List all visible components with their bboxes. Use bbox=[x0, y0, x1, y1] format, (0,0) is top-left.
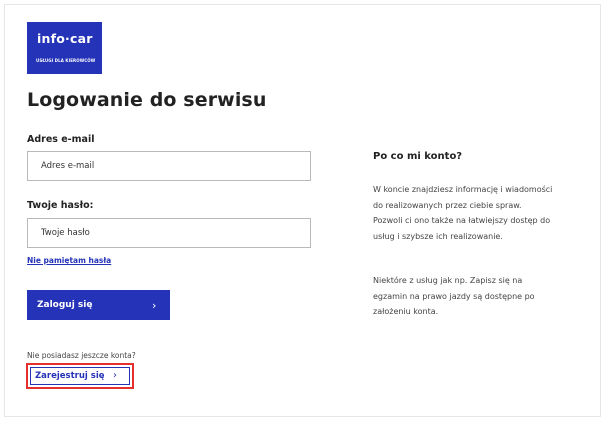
register-button[interactable]: Zarejestruj się › bbox=[30, 367, 130, 385]
info-car-logo[interactable]: info·car USŁUGI DLA KIEROWCÓW bbox=[27, 22, 102, 74]
chevron-right-icon: › bbox=[113, 370, 117, 381]
login-button-label: Zaloguj się bbox=[37, 300, 93, 310]
password-field[interactable] bbox=[27, 218, 311, 248]
logo-brand: info·car bbox=[37, 31, 93, 46]
sidebar-paragraph: W koncie znajdziesz informację i wiadomo… bbox=[373, 185, 553, 241]
password-label: Twoje hasło: bbox=[27, 200, 94, 211]
chevron-right-icon: › bbox=[152, 298, 157, 312]
email-field[interactable] bbox=[27, 151, 311, 181]
email-label: Adres e-mail bbox=[27, 134, 95, 145]
page-title: Logowanie do serwisu bbox=[27, 89, 267, 111]
logo-tagline: USŁUGI DLA KIEROWCÓW bbox=[36, 58, 96, 63]
sidebar-paragraph: Niektóre z usług jak np. Zapisz się na e… bbox=[373, 276, 535, 316]
no-account-prompt: Nie posiadasz jeszcze konta? bbox=[27, 351, 136, 360]
forgot-password-link[interactable]: Nie pamiętam hasła bbox=[27, 256, 111, 265]
register-button-label: Zarejestruj się bbox=[35, 371, 105, 381]
sidebar-title: Po co mi konto? bbox=[373, 151, 463, 162]
login-button[interactable]: Zaloguj się › bbox=[27, 290, 170, 320]
